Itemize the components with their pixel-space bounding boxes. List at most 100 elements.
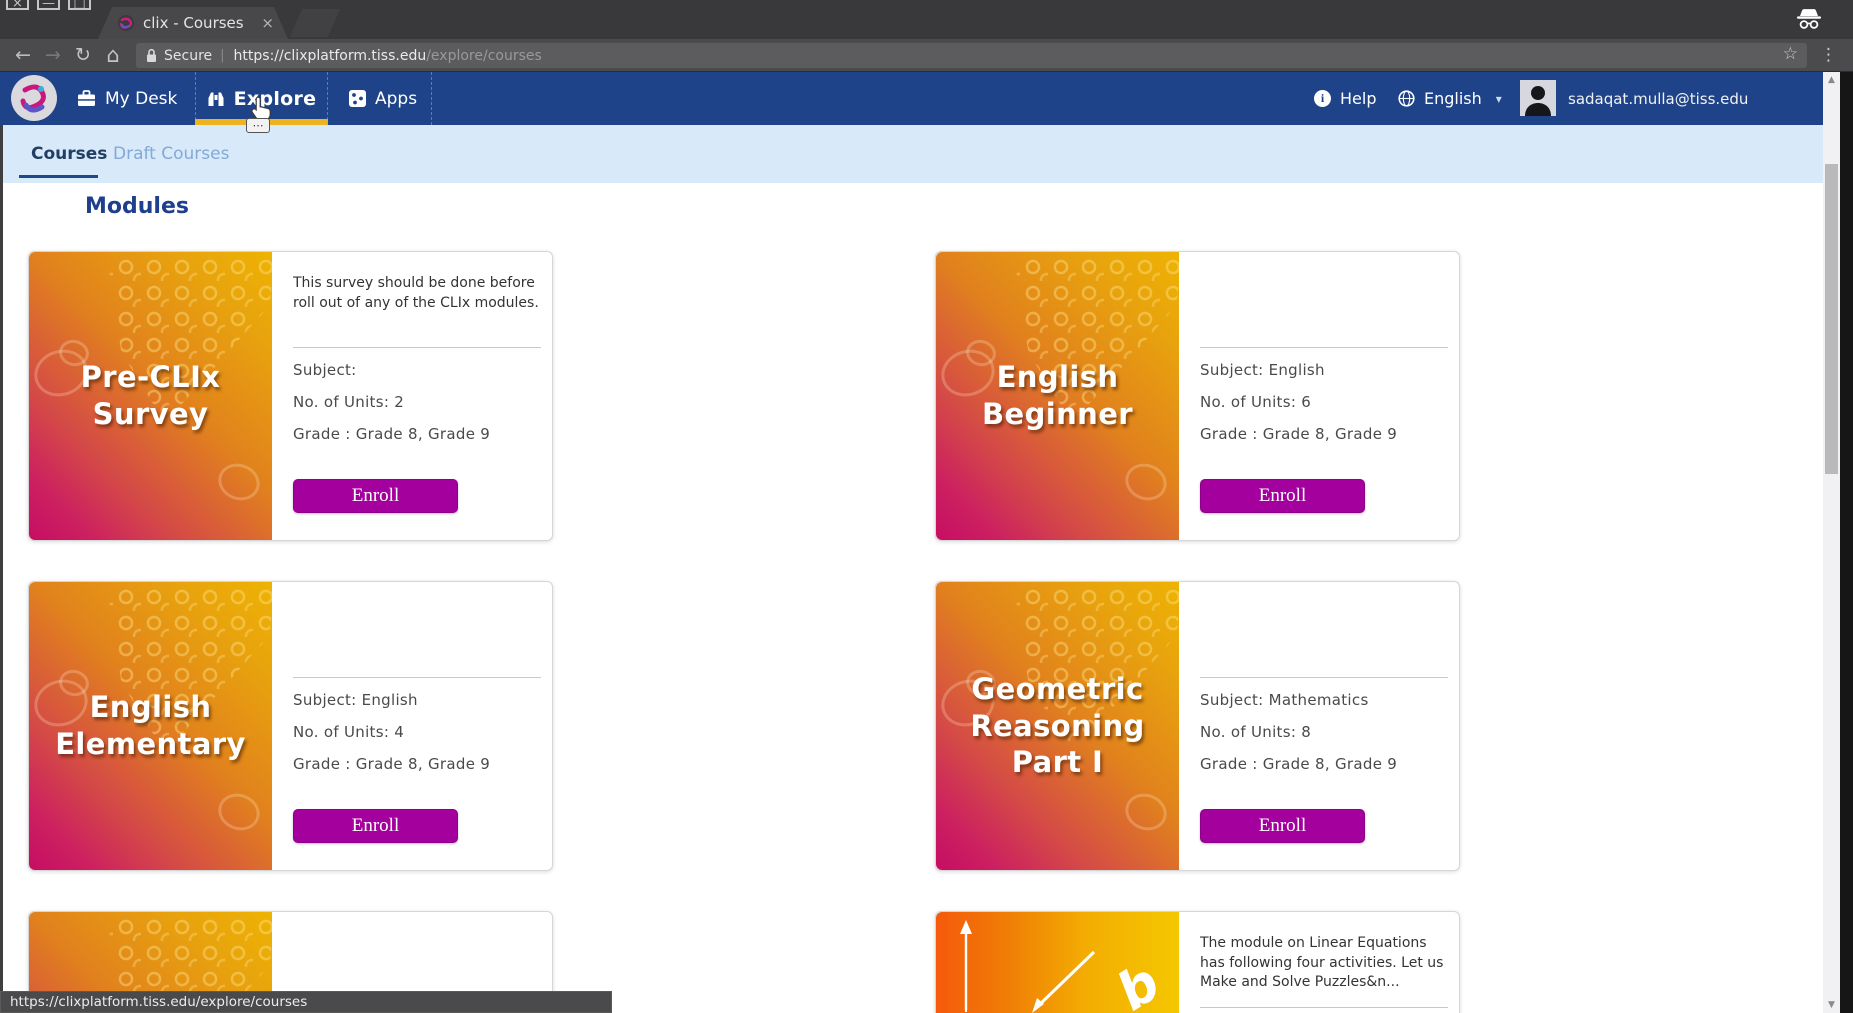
course-info: Subject: English No. of Units: 6 Grade :… [1200,252,1447,540]
course-info: Subject: Mathematics No. of Units: 8 Gra… [1200,582,1447,870]
linear-equations-graphic: b [936,912,1179,1013]
enroll-button[interactable]: Enroll [293,809,458,843]
globe-icon [1398,90,1415,107]
url-path: /explore/courses [426,48,542,64]
url-host: https://clixplatform.tiss.edu [234,48,427,64]
tab-draft-courses[interactable]: Draft Courses [113,125,229,183]
browser-window: × — □ clix - Courses × ← → ↻ ⌂ Secure | … [0,0,1853,1013]
window-minimize-button[interactable]: — [37,0,60,10]
course-title: English Elementary [29,689,272,763]
page-scrollbar[interactable]: ▲ ▼ [1823,72,1840,1013]
course-thumbnail: English Beginner [936,252,1179,540]
course-card-geometric-reasoning: Geometric Reasoning Part I Subject: Math… [935,581,1460,871]
course-card-english-elementary: English Elementary Subject: English No. … [28,581,553,871]
course-thumbnail: Geometric Reasoning Part I [936,582,1179,870]
divider [1200,677,1448,678]
svg-text:b: b [1107,952,1170,1013]
course-units: No. of Units: 6 [1200,393,1311,411]
app-navbar: My Desk Explore Apps i Help Englis [0,72,1840,125]
course-card-pre-clix-survey: Pre-CLIx Survey This survey should be do… [28,251,553,541]
cursor-hint-box: ⋯ [246,118,270,133]
nav-help-label: Help [1340,89,1376,108]
course-card-linear-equations: b The module on Linear Equations has fol… [935,911,1460,1013]
course-units: No. of Units: 2 [293,393,404,411]
divider [1200,1007,1448,1008]
decorative-ring [1120,788,1172,836]
forward-icon[interactable]: → [40,39,66,72]
browser-urlbar: ← → ↻ ⌂ Secure | https://clixplatform.ti… [0,39,1853,72]
nav-apps[interactable]: Apps [349,72,417,125]
window-maximize-button[interactable]: □ [68,0,91,10]
browser-menu-icon[interactable]: ⋮ [1820,39,1837,72]
user-email[interactable]: sadaqat.mulla@tiss.edu [1568,72,1748,125]
enroll-button[interactable]: Enroll [293,479,458,513]
tab-title: clix - Courses [143,14,253,32]
course-title: Pre-CLIx Survey [29,359,272,433]
nav-my-desk[interactable]: My Desk [77,72,177,125]
browser-tab[interactable]: clix - Courses × [98,7,288,39]
course-card-english-beginner: English Beginner Subject: English No. of… [935,251,1460,541]
nav-divider [431,72,432,125]
courses-subnav: Courses Draft Courses [0,125,1840,183]
lock-icon [146,48,157,63]
scrollbar-thumb[interactable] [1825,164,1838,474]
url-separator: | [220,48,224,63]
page-title: Modules [85,194,189,219]
course-subject: Subject: English [293,691,418,709]
course-description: The module on Linear Equations has follo… [1200,934,1446,993]
window-close-button[interactable]: × [6,0,29,10]
decorative-ring [213,788,265,836]
course-grade: Grade : Grade 8, Grade 9 [293,425,490,443]
window-right-edge [1840,72,1853,1013]
course-subject: Subject: [293,361,357,379]
tab-close-icon[interactable]: × [261,14,274,32]
enroll-button[interactable]: Enroll [1200,479,1365,513]
nav-my-desk-label: My Desk [105,89,177,109]
language-label: English [1424,89,1482,108]
decorative-ring [213,458,265,506]
apps-icon [349,90,366,107]
course-subject: Subject: English [1200,361,1325,379]
binoculars-icon [207,91,225,107]
address-bar[interactable]: Secure | https://clixplatform.tiss.edu /… [136,43,1807,68]
home-icon[interactable]: ⌂ [100,39,126,72]
new-tab-button[interactable] [290,9,340,37]
divider [1200,347,1448,348]
course-subject: Subject: Mathematics [1200,691,1369,709]
mouse-cursor: ⋯ [250,96,272,126]
help-icon: i [1314,90,1331,107]
window-left-edge [0,125,3,1013]
enroll-button[interactable]: Enroll [1200,809,1365,843]
course-thumbnail: b [936,912,1179,1013]
reload-icon[interactable]: ↻ [70,39,96,72]
secure-label: Secure [164,48,212,64]
favicon [118,15,134,31]
avatar[interactable] [1520,80,1556,120]
course-title: Geometric Reasoning Part I [936,671,1179,781]
divider [293,347,541,348]
nav-help[interactable]: i Help [1314,72,1376,125]
chevron-down-icon: ▾ [1496,92,1502,106]
nav-apps-label: Apps [375,89,417,109]
link-status-bar: https://clixplatform.tiss.edu/explore/co… [0,991,612,1013]
course-grade: Grade : Grade 8, Grade 9 [1200,755,1397,773]
language-selector[interactable]: English ▾ [1398,72,1502,125]
bookmark-star-icon[interactable]: ☆ [1783,44,1798,64]
back-icon[interactable]: ← [10,39,36,72]
course-grade: Grade : Grade 8, Grade 9 [293,755,490,773]
decorative-ring [1120,458,1172,506]
active-subnav-underline [19,175,98,178]
browser-tabstrip: × — □ clix - Courses × [0,0,1853,39]
scroll-down-icon[interactable]: ▼ [1823,1000,1840,1010]
course-units: No. of Units: 4 [293,723,404,741]
course-title: English Beginner [936,359,1179,433]
course-info: The module on Linear Equations has follo… [1200,912,1447,1013]
course-grade: Grade : Grade 8, Grade 9 [1200,425,1397,443]
incognito-icon [1795,7,1823,35]
course-units: No. of Units: 8 [1200,723,1311,741]
nav-divider [327,72,328,125]
clix-logo[interactable] [11,75,57,121]
course-thumbnail: English Elementary [29,582,272,870]
course-thumbnail: Pre-CLIx Survey [29,252,272,540]
scroll-up-icon[interactable]: ▲ [1823,75,1840,85]
